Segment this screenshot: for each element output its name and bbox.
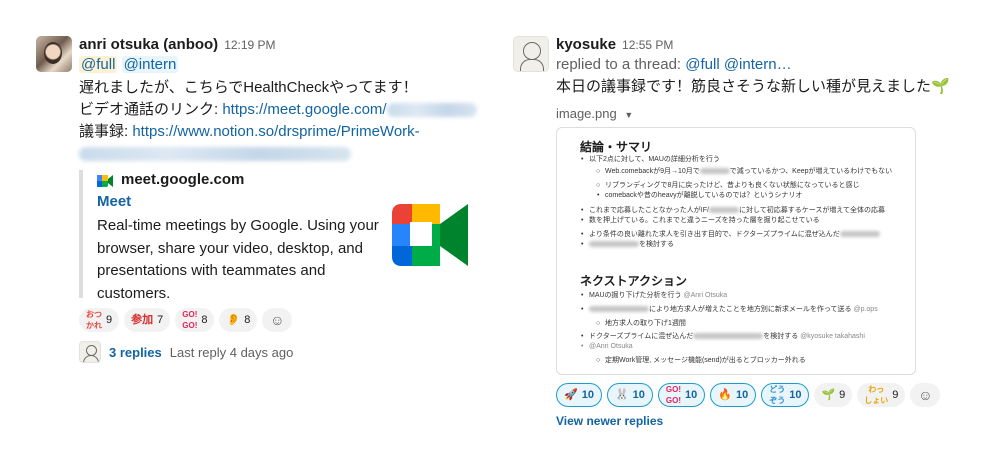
doc-item-continued: comebackや昔のheavyが離脱しているのでは？というシナリオ <box>597 191 802 201</box>
doc-item: より条件の良い離れた求人を引き出す目的で、ドクターズプライムに混ぜ込んだ <box>581 230 880 240</box>
doc-heading-summary: 結論・サマリ <box>580 140 653 154</box>
redacted-text <box>386 103 477 118</box>
reaction-ear[interactable]: 👂 8 <box>219 308 258 332</box>
minutes-link[interactable]: https://www.notion.so/drsprime/PrimeWork… <box>132 123 419 140</box>
doc-item: MAUの掘り下げた分析を行う @Anri Otsuka <box>581 291 727 301</box>
minutes-link-continuation <box>79 143 351 165</box>
mention-full[interactable]: @full <box>79 56 118 73</box>
preview-title[interactable]: Meet <box>97 193 131 210</box>
link-preview[interactable]: meet.google.com Meet Real-time meetings … <box>79 170 399 302</box>
replies-count-link[interactable]: 3 replies <box>109 345 162 360</box>
reaction-rabbit[interactable]: 🐰 10 <box>606 383 653 407</box>
doc-item-continued: を検討する <box>581 240 674 250</box>
caret-down-icon[interactable]: ▼ <box>624 110 633 120</box>
reactions-bar: 🚀 10 🐰 10 GO! GO! 10 🔥 10 どう ぞう 10 🌱 9 わっ しょい 9… <box>556 383 941 407</box>
preview-description: Real-time meetings by Google. Using your… <box>97 217 379 302</box>
thread-replies[interactable]: 3 replies Last reply 4 days ago <box>79 341 293 363</box>
view-newer-replies-link[interactable]: View newer replies <box>556 414 663 428</box>
seedling-emoji: 🌱 <box>931 78 950 95</box>
add-reaction-icon[interactable]: ☺ <box>262 308 293 332</box>
preview-site[interactable]: meet.google.com <box>121 171 244 188</box>
reaction-sanka[interactable]: 参加 7 <box>124 308 171 332</box>
video-link-label: ビデオ通話のリンク: <box>79 101 223 118</box>
doc-item: により地方求人が増えたことを地方別に新求メールを作って送る @p.ops <box>581 305 878 315</box>
avatar-anri[interactable] <box>36 36 72 72</box>
redacted-text <box>79 147 351 162</box>
thread-prefix: replied to a thread: <box>556 56 686 73</box>
sender-name[interactable]: kyosuke <box>556 36 616 53</box>
reply-avatar <box>79 341 101 363</box>
doc-owner: @Anri Otsuka <box>581 342 633 352</box>
doc-item: ドクターズプライムに混ぜ込んだを検討する @kyosuke takahashi <box>581 332 865 342</box>
message-text: 本日の議事録です！筋良さそうな新しい種が見えました🌱 <box>556 78 950 95</box>
doc-subitem: 地方求人の取り下げ1週間 <box>596 319 686 329</box>
reaction-gogo[interactable]: GO! GO! 10 <box>657 383 706 407</box>
thread-parent-link[interactable]: @full @intern… <box>685 56 791 73</box>
doc-subitem: リブランディングで8月に戻ったけど、昔よりも良くない状態になっていると感じ <box>596 181 860 191</box>
reaction-wasshoi[interactable]: わっ しょい 9 <box>857 383 906 407</box>
video-link-line: ビデオ通話のリンク: https://meet.google.com/ <box>79 99 477 121</box>
google-meet-logo-icon <box>392 204 468 266</box>
timestamp[interactable]: 12:55 PM <box>622 38 673 52</box>
sender-name[interactable]: anri otsuka (anboo) <box>79 36 218 53</box>
image-filename[interactable]: image.png ▼ <box>556 106 633 121</box>
reaction-otsukare[interactable]: おつ かれ 9 <box>79 308 120 332</box>
reaction-rocket[interactable]: 🚀 10 <box>556 383 602 407</box>
avatar-kyosuke[interactable] <box>513 36 549 72</box>
reaction-gogo[interactable]: GO! GO! 8 <box>175 308 215 332</box>
message-header: anri otsuka (anboo) 12:19 PM <box>79 36 276 54</box>
doc-item: 以下2点に対して、MAUの詳細分析を行う <box>581 155 720 165</box>
video-link[interactable]: https://meet.google.com/ <box>222 101 386 118</box>
minutes-link-line: 議事録: https://www.notion.so/drsprime/Prim… <box>79 121 420 143</box>
mentions-line: @full @intern <box>79 54 179 76</box>
reactions-bar: おつ かれ 9 参加 7 GO! GO! 8 👂 8 ☺ <box>79 308 293 332</box>
doc-item-continued: 数を押上げている。これまでと違うニーズを持った層を掘り起こせている <box>581 216 820 226</box>
minutes-link-label: 議事録: <box>79 123 133 140</box>
thread-context: replied to a thread: @full @intern… <box>556 54 792 76</box>
mention-intern[interactable]: @intern <box>121 56 179 73</box>
doc-heading-next-actions: ネクストアクション <box>580 274 688 288</box>
reaction-douzo[interactable]: どう ぞう 10 <box>761 383 810 407</box>
add-reaction-icon[interactable]: ☺ <box>910 383 941 407</box>
google-meet-icon <box>97 175 113 187</box>
doc-item: これまで応募したことなかった人がIF/に対して初応募するケースが増えて全体の応募 <box>581 206 885 216</box>
replies-last: Last reply 4 days ago <box>169 344 294 360</box>
timestamp[interactable]: 12:19 PM <box>224 38 275 52</box>
reaction-seedling[interactable]: 🌱 9 <box>814 383 853 407</box>
doc-subitem: Web.comebackが9月→10月でで減っているかつ、Keepが増えているわ… <box>596 167 892 177</box>
image-attachment[interactable]: 結論・サマリ 以下2点に対して、MAUの詳細分析を行う Web.comeback… <box>556 127 916 375</box>
doc-subitem: 定期Work管理, メッセージ機能(send)が出るとブロッカー外れる <box>596 356 806 366</box>
message-header: kyosuke 12:55 PM <box>556 36 673 54</box>
reaction-fire[interactable]: 🔥 10 <box>710 383 757 407</box>
message-text: 遅れましたが、こちらでHealthCheckやってます！ <box>79 79 418 96</box>
